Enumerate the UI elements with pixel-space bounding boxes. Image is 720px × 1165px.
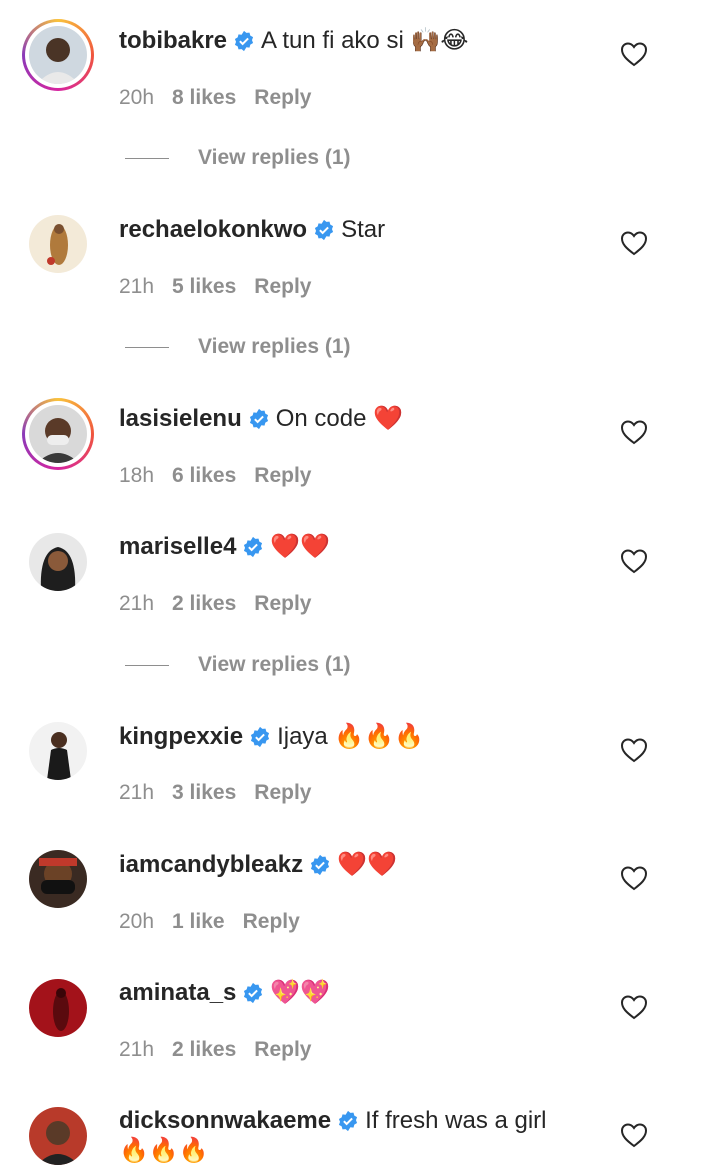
likes-count[interactable]: 2 likes (172, 1038, 236, 1061)
comment-line: lasisielenu On code ❤️ (119, 404, 600, 434)
timestamp: 21h (119, 275, 155, 298)
comment-meta: 20h 8 likes Reply (119, 86, 329, 110)
likes-count[interactable]: 2 likes (172, 592, 236, 615)
avatar-container[interactable] (22, 208, 94, 280)
view-replies-button[interactable]: View replies (1) (125, 335, 425, 359)
likes-count[interactable]: 1 like (172, 910, 225, 933)
avatar-woman-icon (29, 533, 87, 591)
username-link[interactable]: aminata_s (119, 979, 236, 1006)
timestamp: 20h (119, 910, 155, 933)
verified-badge-icon (242, 982, 264, 1004)
like-heart-icon[interactable] (620, 865, 648, 891)
view-replies-label: View replies (1) (198, 653, 351, 676)
like-heart-icon[interactable] (620, 230, 648, 256)
verified-badge-icon (249, 726, 271, 748)
comment-line: tobibakre A tun fi ako si 🙌🏾😂 (119, 26, 600, 56)
avatar-man-icon (29, 1107, 87, 1165)
avatar-woman-icon (29, 979, 87, 1037)
comment-line: iamcandybleakz ❤️❤️ (119, 850, 600, 880)
avatar-woman-icon (29, 215, 87, 273)
comment-meta: 21h 3 likes Reply (119, 781, 329, 805)
reply-button[interactable]: Reply (254, 275, 311, 298)
avatar-container[interactable] (22, 972, 94, 1044)
like-heart-icon[interactable] (620, 41, 648, 67)
username-link[interactable]: mariselle4 (119, 533, 236, 560)
comment-line: kingpexxie Ijaya 🔥🔥🔥 (119, 722, 600, 752)
comment-meta: 20h 1 like Reply (119, 910, 318, 934)
likes-count[interactable]: 8 likes (172, 86, 236, 109)
comment-line: dicksonnwakaeme If fresh was a girl 🔥🔥🔥 (119, 1106, 570, 1165)
story-ring-avatar[interactable] (22, 19, 94, 91)
avatar-man-icon (29, 722, 87, 780)
comment-line: mariselle4 ❤️❤️ (119, 532, 600, 562)
username-link[interactable]: kingpexxie (119, 723, 243, 750)
like-heart-icon[interactable] (620, 548, 648, 574)
timestamp: 21h (119, 592, 155, 615)
likes-count[interactable]: 3 likes (172, 781, 236, 804)
username-link[interactable]: dicksonnwakaeme (119, 1107, 331, 1134)
comment-text: 💖💖 (270, 979, 331, 1006)
like-heart-icon[interactable] (620, 419, 648, 445)
view-replies-label: View replies (1) (198, 335, 351, 358)
username-link[interactable]: lasisielenu (119, 405, 242, 432)
comment-meta: 21h 2 likes Reply (119, 1038, 329, 1062)
like-heart-icon[interactable] (620, 737, 648, 763)
likes-count[interactable]: 5 likes (172, 275, 236, 298)
comment-line: rechaelokonkwo Star (119, 215, 600, 245)
reply-button[interactable]: Reply (254, 464, 311, 487)
comment-meta: 21h 2 likes Reply (119, 592, 329, 616)
reply-button[interactable]: Reply (243, 910, 300, 933)
avatar-man-icon (29, 405, 87, 463)
story-ring-avatar[interactable] (22, 398, 94, 470)
likes-count[interactable]: 6 likes (172, 464, 236, 487)
avatar-man-icon (29, 850, 87, 908)
reply-button[interactable]: Reply (254, 592, 311, 615)
timestamp: 18h (119, 464, 155, 487)
verified-badge-icon (313, 219, 335, 241)
comment-text: ❤️❤️ (270, 533, 331, 560)
reply-button[interactable]: Reply (254, 86, 311, 109)
comment-text: Ijaya 🔥🔥🔥 (277, 723, 425, 750)
comment-line: aminata_s 💖💖 (119, 978, 600, 1008)
avatar-man-icon (29, 26, 87, 84)
view-replies-button[interactable]: View replies (1) (125, 146, 425, 170)
reply-button[interactable]: Reply (254, 1038, 311, 1061)
view-replies-label: View replies (1) (198, 146, 351, 169)
timestamp: 21h (119, 781, 155, 804)
comment-text: A tun fi ako si 🙌🏾😂 (261, 27, 469, 54)
avatar-container[interactable] (22, 1100, 94, 1165)
comment-text: On code ❤️ (275, 405, 404, 432)
view-replies-button[interactable]: View replies (1) (125, 653, 425, 677)
username-link[interactable]: iamcandybleakz (119, 851, 303, 878)
replies-divider (125, 665, 169, 666)
username-link[interactable]: rechaelokonkwo (119, 216, 307, 243)
like-heart-icon[interactable] (620, 994, 648, 1020)
verified-badge-icon (248, 408, 270, 430)
verified-badge-icon (337, 1110, 359, 1132)
comment-meta: 21h 5 likes Reply (119, 275, 329, 299)
avatar-container[interactable] (22, 526, 94, 598)
comment-text: ❤️❤️ (337, 851, 397, 878)
comment-text: Star (341, 216, 386, 243)
verified-badge-icon (233, 30, 255, 52)
reply-button[interactable]: Reply (254, 781, 311, 804)
replies-divider (125, 347, 169, 348)
avatar-container[interactable] (22, 843, 94, 915)
timestamp: 20h (119, 86, 155, 109)
verified-badge-icon (309, 854, 331, 876)
avatar-container[interactable] (22, 715, 94, 787)
comment-meta: 18h 6 likes Reply (119, 464, 329, 488)
verified-badge-icon (242, 536, 264, 558)
replies-divider (125, 158, 169, 159)
timestamp: 21h (119, 1038, 155, 1061)
username-link[interactable]: tobibakre (119, 27, 227, 54)
like-heart-icon[interactable] (620, 1122, 648, 1148)
